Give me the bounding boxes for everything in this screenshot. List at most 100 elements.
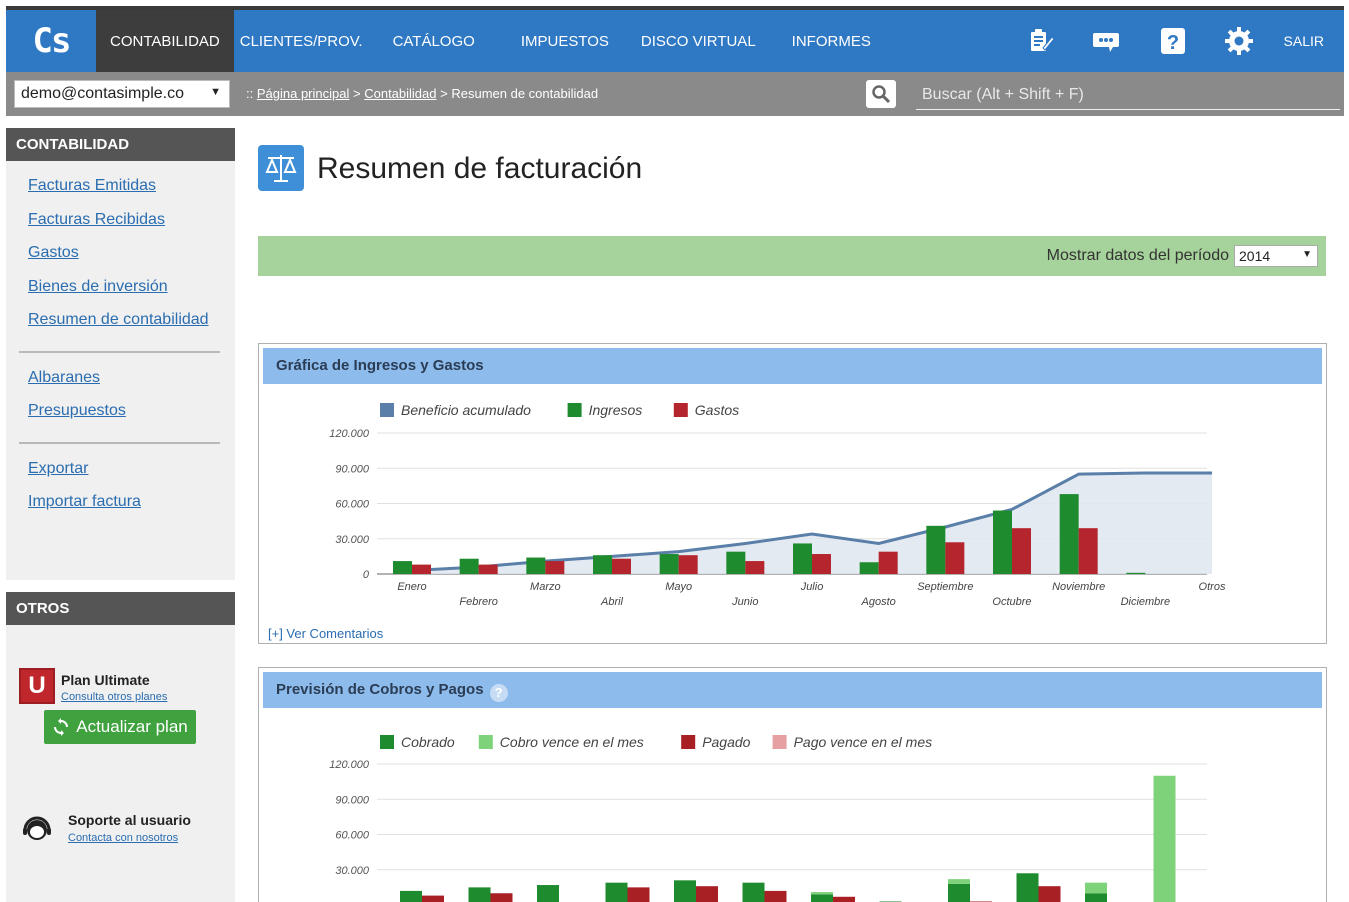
help-icon[interactable]: ? xyxy=(489,683,508,702)
collected-bar xyxy=(1085,893,1107,902)
breadcrumb-section-link[interactable]: Contabilidad xyxy=(364,86,436,101)
sidebar-divider xyxy=(19,350,220,353)
update-plan-label: Actualizar plan xyxy=(76,717,188,736)
nav-contabilidad[interactable]: CONTABILIDAD xyxy=(96,10,234,72)
legend-label: Cobro vence en el mes xyxy=(500,734,644,750)
forecast-chart-panel: Previsión de Cobros y Pagos? Cobrado Cobr… xyxy=(258,667,1327,902)
collection-due-bar xyxy=(811,892,833,895)
legend-label: Cobrado xyxy=(401,734,455,750)
legend-swatch xyxy=(681,735,696,749)
help-icon[interactable]: ? xyxy=(1140,10,1206,72)
income-bar xyxy=(926,525,946,574)
search-input[interactable] xyxy=(916,80,1340,110)
nav-disco-virtual[interactable]: DISCO VIRTUAL xyxy=(627,10,778,72)
legend-swatch xyxy=(567,403,582,417)
sidebar-item-presupuestos[interactable]: Presupuestos xyxy=(28,394,235,428)
x-tick-label: Agosto xyxy=(861,596,896,608)
collected-bar xyxy=(605,882,628,902)
expense-bar xyxy=(812,554,831,574)
page-title: Resumen de facturación xyxy=(317,152,643,185)
headset-icon xyxy=(23,816,51,840)
collected-bar xyxy=(742,882,765,902)
forecast-chart: Cobrado Cobro vence en el mes Pagado Pago v… xyxy=(329,734,1207,902)
legend-label: Pagado xyxy=(702,734,750,750)
chat-icon[interactable] xyxy=(1074,10,1140,72)
x-tick-label: Enero xyxy=(397,581,426,593)
y-tick-label: 90.000 xyxy=(335,794,370,806)
expense-bar xyxy=(412,564,431,574)
breadcrumb-home-link[interactable]: Página principal xyxy=(257,86,350,101)
nav-catalogo[interactable]: CATÁLOGO xyxy=(383,10,497,72)
expense-bar xyxy=(478,564,498,574)
period-value: 2014 xyxy=(1239,248,1271,264)
scales-icon xyxy=(258,145,304,191)
expense-bar xyxy=(745,561,765,574)
sidebar-item-facturas-emitidas[interactable]: Facturas Emitidas xyxy=(28,169,235,203)
collected-bar xyxy=(1016,873,1039,902)
collection-due-bar xyxy=(948,879,970,884)
paid-bar xyxy=(833,896,855,902)
x-tick-label: Julio xyxy=(800,581,824,593)
refresh-icon xyxy=(54,718,69,736)
expense-bar xyxy=(1078,528,1098,574)
app-logo[interactable]: Cs xyxy=(6,10,96,72)
chart-title: Previsión de Cobros y Pagos xyxy=(276,681,484,698)
sidebar-item-resumen-de-contabilidad[interactable]: Resumen de contabilidad xyxy=(28,303,235,337)
nav-impuestos[interactable]: IMPUESTOS xyxy=(497,10,627,72)
legend-swatch xyxy=(380,403,394,417)
sidebar-item-albaranes[interactable]: Albaranes xyxy=(28,361,235,395)
breadcrumb-separator: > xyxy=(353,86,361,101)
sidebar: CONTABILIDAD Facturas Emitidas Facturas … xyxy=(6,128,235,902)
expense-bar xyxy=(612,558,631,574)
legend-label: Beneficio acumulado xyxy=(401,402,531,418)
breadcrumb-current: Resumen de contabilidad xyxy=(451,86,599,101)
plan-title: Plan Ultimate xyxy=(61,672,150,688)
update-plan-button[interactable]: Actualizar plan xyxy=(44,710,196,744)
settings-icon[interactable] xyxy=(1206,10,1272,72)
sidebar-item-gastos[interactable]: Gastos xyxy=(28,236,235,270)
period-select[interactable]: 2014 ▼ xyxy=(1234,245,1318,267)
legend-swatch xyxy=(478,735,493,749)
income-expense-chart-panel: Gráfica de Ingresos y Gastos Beneficio a… xyxy=(258,343,1327,644)
sidebar-item-bienes-de-inversion[interactable]: Bienes de inversión xyxy=(28,270,235,304)
period-label: Mostrar datos del período xyxy=(1046,247,1229,264)
x-tick-label: Febrero xyxy=(459,596,498,608)
support-link[interactable]: Contacta con nosotros xyxy=(68,832,178,844)
view-comments-link[interactable]: [+] Ver Comentarios xyxy=(268,626,383,641)
nav-clientes-prov[interactable]: CLIENTES/PROV. xyxy=(234,10,383,72)
logout-button[interactable]: SALIR xyxy=(1272,33,1344,49)
breadcrumb-separator: > xyxy=(440,86,448,101)
x-tick-label: Abril xyxy=(600,596,624,608)
sidebar-heading-contabilidad: CONTABILIDAD xyxy=(6,128,235,161)
x-tick-label: Diciembre xyxy=(1121,596,1171,608)
top-icon-group: ? SALIR xyxy=(1008,10,1344,72)
sidebar-item-facturas-recibidas[interactable]: Facturas Recibidas xyxy=(28,203,235,237)
plan-link[interactable]: Consulta otros planes xyxy=(61,691,167,703)
y-tick-label: 60.000 xyxy=(335,830,370,842)
nav-informes[interactable]: INFORMES xyxy=(778,10,885,72)
plan-badge-icon: U xyxy=(19,668,55,704)
sidebar-heading-otros: OTROS xyxy=(6,592,235,625)
dropdown-arrow-icon: ▼ xyxy=(210,86,221,98)
chart-title-wrap: Previsión de Cobros y Pagos? xyxy=(263,672,1322,708)
paid-bar xyxy=(764,890,787,902)
breadcrumb: :: Página principal > Contabilidad > Res… xyxy=(246,86,598,101)
account-select[interactable]: demo@contasimple.co ▼ xyxy=(14,80,230,108)
collected-bar xyxy=(811,894,833,902)
expense-bar xyxy=(545,561,565,574)
income-bar xyxy=(659,554,679,574)
x-tick-label: Septiembre xyxy=(917,581,973,593)
y-tick-label: 30.000 xyxy=(335,534,370,546)
legend-label: Gastos xyxy=(695,402,739,418)
notes-edit-icon[interactable] xyxy=(1008,10,1074,72)
search-button[interactable] xyxy=(866,80,896,108)
income-bar xyxy=(793,543,812,574)
sidebar-item-importar-factura[interactable]: Importar factura xyxy=(28,485,235,519)
income-bar xyxy=(459,558,479,574)
sidebar-item-exportar[interactable]: Exportar xyxy=(28,452,235,486)
legend-swatch xyxy=(772,735,787,749)
chart-title: Gráfica de Ingresos y Gastos xyxy=(263,348,1322,384)
income-bar xyxy=(1126,572,1146,574)
svg-text:?: ? xyxy=(1166,32,1178,54)
x-tick-label: Octubre xyxy=(992,596,1031,608)
